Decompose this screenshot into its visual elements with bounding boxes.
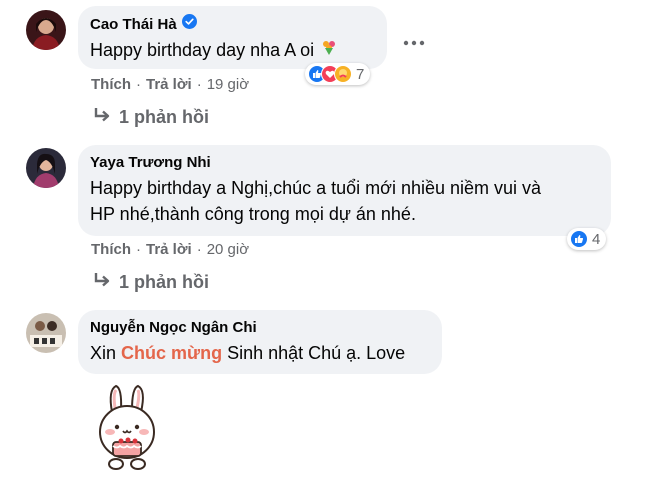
more-options-icon[interactable]	[403, 34, 425, 46]
comment-text-after: Sinh nhật Chú ạ. Love	[222, 343, 406, 363]
reaction-summary[interactable]: 4	[567, 228, 607, 250]
comment-time[interactable]: 19 giờ	[207, 76, 249, 93]
comment-bubble: Nguyễn Ngọc Ngân Chi Xin Chúc mừng Sinh …	[78, 310, 442, 374]
verified-badge-icon	[181, 14, 197, 34]
like-icon	[570, 230, 588, 248]
comment-author[interactable]: Yaya Trương Nhi	[90, 153, 211, 172]
avatar[interactable]	[26, 10, 66, 50]
avatar[interactable]	[26, 148, 66, 188]
bunny-cake-sticker	[94, 382, 160, 474]
bouquet-emoji-icon	[320, 37, 338, 63]
comment-text: Happy birthday day nha A oi	[90, 40, 315, 60]
reaction-count: 7	[356, 65, 365, 83]
comment-text-line: HP nhé,thành công trong mọi dự án nhé.	[90, 204, 416, 224]
comment-author[interactable]: Nguyễn Ngọc Ngân Chi	[90, 318, 257, 337]
comment-actions: Thích · Trả lời · 19 giờ	[91, 76, 250, 93]
avatar[interactable]	[26, 313, 66, 353]
like-link[interactable]: Thích	[91, 76, 131, 93]
comment-author[interactable]: Cao Thái Hà	[90, 15, 177, 34]
reply-arrow-icon	[93, 107, 111, 128]
view-replies-button[interactable]: 1 phản hồi	[93, 272, 209, 293]
comment-bubble: Cao Thái Hà Happy birthday day nha A oi	[78, 6, 387, 69]
view-replies-button[interactable]: 1 phản hồi	[93, 107, 209, 128]
highlighted-keyword[interactable]: Chúc mừng	[121, 343, 222, 363]
comment-text-before: Xin	[90, 343, 122, 363]
care-icon	[334, 65, 352, 83]
comment-time[interactable]: 20 giờ	[207, 241, 249, 258]
comment-actions: Thích · Trả lời · 20 giờ	[91, 241, 250, 258]
reply-link[interactable]: Trả lời	[146, 241, 192, 258]
like-link[interactable]: Thích	[91, 241, 131, 258]
replies-label: 1 phản hồi	[119, 272, 209, 292]
comment-bubble: Yaya Trương Nhi Happy birthday a Nghị,ch…	[78, 145, 611, 236]
replies-label: 1 phản hồi	[119, 107, 209, 127]
comment-text-line: Happy birthday a Nghị,chúc a tuổi mới nh…	[90, 178, 542, 198]
reply-link[interactable]: Trả lời	[146, 76, 192, 93]
reaction-count: 4	[592, 230, 601, 248]
reaction-summary[interactable]: 7	[305, 63, 371, 85]
reply-arrow-icon	[93, 272, 111, 293]
